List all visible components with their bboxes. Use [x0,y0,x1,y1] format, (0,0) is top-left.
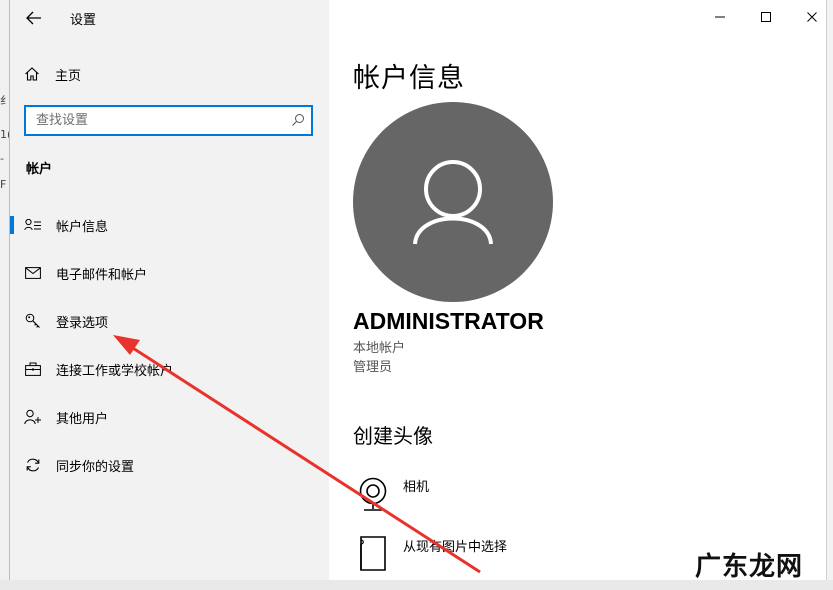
back-button[interactable] [24,8,44,28]
camera-icon [353,474,393,514]
page-title: 帐户信息 [353,63,465,94]
sidebar-home[interactable]: 主页 [24,64,81,84]
close-icon [807,12,817,22]
briefcase-icon [24,360,42,378]
sidebar-item-label: 连接工作或学校帐户 [56,363,174,379]
sidebar-item-label: 其他用户 [56,411,109,427]
minimize-button[interactable] [709,6,731,28]
sidebar-item-sign-in-options[interactable]: 登录选项 [10,303,329,339]
maximize-icon [761,12,771,22]
main-content: 帐户信息 ADMINISTRATOR 本地帐户 管理员 创建头像 相机 从现有图… [329,0,826,580]
watermark: 广东龙网 [695,552,804,582]
create-avatar-heading: 创建头像 [353,424,433,448]
account-info-icon [24,216,42,234]
home-label: 主页 [55,68,82,84]
user-silhouette-icon [413,160,493,245]
sidebar-item-label: 帐户信息 [56,219,109,235]
add-user-icon [24,408,42,426]
sidebar-item-other-users[interactable]: 其他用户 [10,399,329,435]
avatar [353,102,553,302]
sidebar-item-email[interactable]: 电子邮件和帐户 [10,255,329,291]
sidebar-item-label: 电子邮件和帐户 [56,267,148,283]
account-role: 管理员 [353,360,393,375]
minimize-icon [715,16,725,18]
search-box[interactable] [24,105,313,136]
maximize-button[interactable] [755,6,777,28]
key-icon [24,312,42,330]
search-input[interactable] [36,111,284,130]
browse-option[interactable]: 从现有图片中选择 [353,534,507,574]
user-name: ADMINISTRATOR [353,308,544,334]
close-button[interactable] [801,6,823,28]
camera-label: 相机 [403,480,430,495]
camera-option[interactable]: 相机 [353,474,429,514]
browse-icon [353,534,393,574]
browse-label: 从现有图片中选择 [403,540,508,555]
mail-icon [24,264,42,282]
sidebar-item-work-school[interactable]: 连接工作或学校帐户 [10,351,329,387]
sidebar-item-label: 登录选项 [56,315,109,331]
sidebar-item-label: 同步你的设置 [56,459,135,475]
back-arrow-icon [26,11,41,25]
sync-icon [24,456,42,474]
section-title: 帐户 [26,162,53,177]
sidebar-item-account-info[interactable]: 帐户信息 [10,207,329,243]
settings-window: 设置 主页 帐户 帐户信息 [9,0,826,580]
sidebar-item-sync[interactable]: 同步你的设置 [10,447,329,483]
search-icon[interactable] [291,113,305,127]
sidebar: 设置 主页 帐户 帐户信息 [10,0,329,580]
background-right-edge [826,0,833,580]
home-icon [25,67,39,81]
window-title: 设置 [70,13,97,28]
account-type: 本地帐户 [353,341,406,356]
